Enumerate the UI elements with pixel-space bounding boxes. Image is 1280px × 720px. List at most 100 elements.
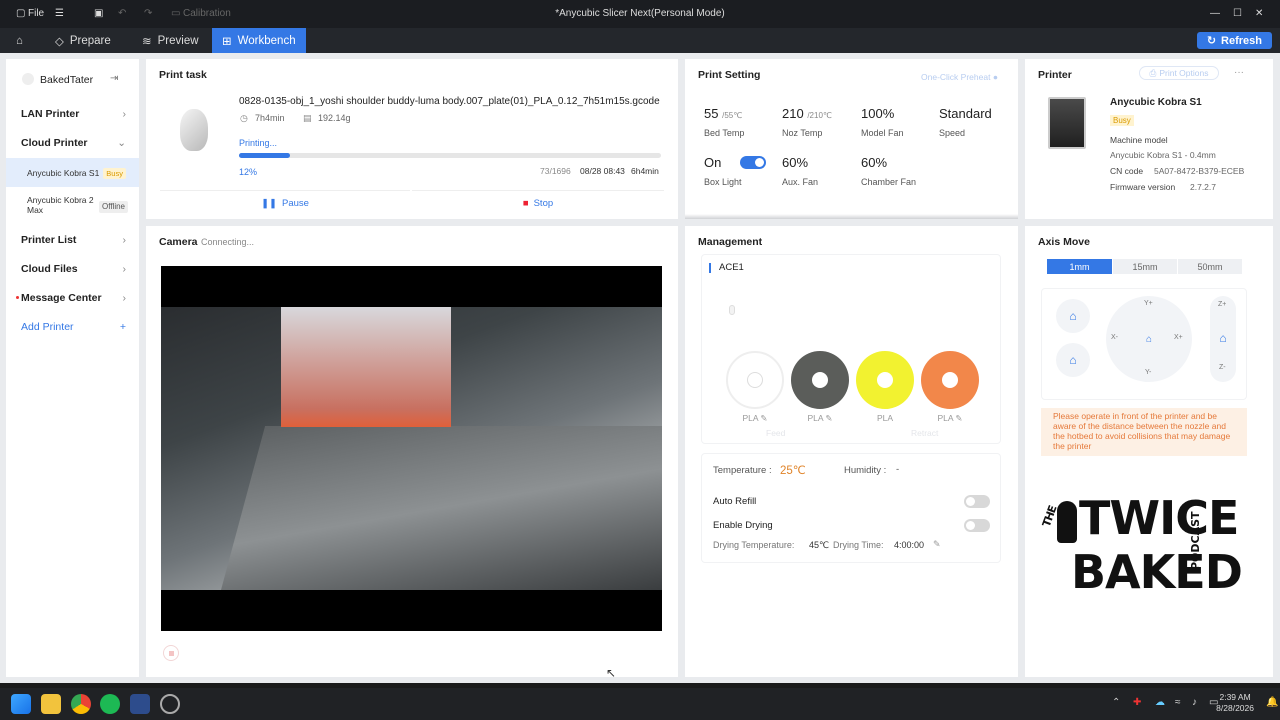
- undo-icon[interactable]: ↶: [118, 8, 126, 19]
- calibration-menu[interactable]: Calibration: [183, 8, 231, 19]
- humidity-value: -: [896, 464, 900, 475]
- printer-panel: Printer ⎙ Print Options ··· Anycubic Kobr…: [1025, 59, 1273, 219]
- enable-drying-toggle[interactable]: [964, 519, 990, 532]
- refresh-button[interactable]: ↻ Refresh: [1196, 32, 1272, 49]
- feed-button[interactable]: Feed: [766, 428, 785, 438]
- clock-icon: ◷: [240, 113, 248, 123]
- z-plus-icon[interactable]: Z+: [1218, 301, 1226, 308]
- tray-chevron-icon[interactable]: ⌃: [1112, 697, 1120, 708]
- sidebar-item-cloud-printer[interactable]: Cloud Printer ⌄: [6, 129, 139, 157]
- chrome-icon[interactable]: [71, 694, 91, 714]
- step-50mm[interactable]: 50mm: [1178, 259, 1242, 274]
- menu-icon[interactable]: ☰: [55, 8, 64, 19]
- avatar[interactable]: [22, 73, 34, 85]
- print-options-button[interactable]: ⎙ Print Options: [1139, 66, 1219, 80]
- chevron-right-icon: ›: [122, 263, 127, 275]
- auto-refill-label: Auto Refill: [713, 496, 757, 507]
- stop-button[interactable]: ■ Stop: [412, 190, 664, 216]
- more-icon[interactable]: ···: [1234, 67, 1244, 78]
- save-icon[interactable]: ▣: [94, 8, 103, 19]
- logout-icon[interactable]: ⇥: [110, 73, 118, 84]
- print-options-label: Print Options: [1159, 68, 1209, 78]
- home-xy-button[interactable]: ⌂: [1056, 343, 1090, 377]
- tab-workbench[interactable]: ⊞ Workbench: [212, 28, 306, 53]
- humidity-label: Humidity :: [844, 465, 887, 476]
- axis-move-panel: Axis Move 1mm 15mm 50mm ⌂ ⌂ Y+ Y- X- X+ …: [1025, 226, 1273, 677]
- box-light-label: Box Light: [704, 177, 742, 187]
- spool-type: PLA: [807, 413, 824, 423]
- spool-2-label[interactable]: PLA ✎: [791, 413, 849, 424]
- add-printer-button[interactable]: Add Printer +: [6, 313, 139, 341]
- volume-icon[interactable]: ♪: [1192, 697, 1197, 708]
- close-icon[interactable]: ✕: [1255, 8, 1263, 19]
- xy-jog-wheel[interactable]: Y+ Y- X- X+ ⌂: [1106, 296, 1192, 382]
- lan-printer-label: LAN Printer: [21, 108, 80, 120]
- bed-temp-value[interactable]: 55 /55℃: [704, 106, 742, 121]
- panel-title: Axis Move: [1038, 236, 1090, 248]
- spool-3-label[interactable]: PLA: [856, 413, 914, 423]
- model-fan-value[interactable]: 100%: [861, 106, 894, 121]
- obs-icon[interactable]: [160, 694, 180, 714]
- tray-clock[interactable]: 2:39 AM 8/28/2026: [1216, 692, 1254, 714]
- retract-button[interactable]: Retract: [911, 428, 938, 438]
- box-light-toggle[interactable]: [740, 156, 766, 169]
- spool-4[interactable]: [921, 351, 979, 409]
- speed-value[interactable]: Standard: [939, 106, 992, 121]
- scrollbar[interactable]: [685, 214, 1018, 219]
- camera-status: Connecting...: [201, 237, 255, 247]
- pause-button[interactable]: ❚❚ Pause: [160, 190, 410, 216]
- tray-cloud-icon[interactable]: ☁: [1155, 697, 1165, 708]
- noz-temp-value[interactable]: 210 /210℃: [782, 106, 832, 121]
- sidebar-item-printer-list[interactable]: Printer List ›: [6, 226, 139, 254]
- sidebar-item-lan-printer[interactable]: LAN Printer ›: [6, 100, 139, 128]
- tray-app-icon[interactable]: ✚: [1133, 697, 1141, 708]
- time-remaining: 6h4min: [631, 166, 659, 176]
- start-icon[interactable]: [11, 694, 31, 714]
- calibration-icon[interactable]: ▭: [171, 8, 180, 19]
- eta-date: 08/28 08:43: [580, 166, 625, 176]
- one-click-preheat-button[interactable]: One-Click Preheat ●: [921, 72, 998, 82]
- home-tab[interactable]: ⌂: [6, 28, 33, 53]
- x-plus-icon[interactable]: X+: [1174, 334, 1183, 341]
- anycubic-slicer-icon[interactable]: [130, 694, 150, 714]
- home-all-button[interactable]: ⌂: [1056, 299, 1090, 333]
- chamber-fan-value[interactable]: 60%: [861, 155, 887, 170]
- spool-1-label[interactable]: PLA ✎: [726, 413, 784, 424]
- home-icon: ⌂: [16, 34, 23, 47]
- x-minus-icon[interactable]: X-: [1111, 334, 1118, 341]
- aux-fan-value[interactable]: 60%: [782, 155, 808, 170]
- step-1mm[interactable]: 1mm: [1047, 259, 1112, 274]
- spool-4-label[interactable]: PLA ✎: [921, 413, 979, 424]
- y-minus-icon[interactable]: Y-: [1145, 369, 1151, 376]
- sidebar-item-message-center[interactable]: Message Center ›: [6, 284, 139, 312]
- minimize-icon[interactable]: —: [1210, 8, 1220, 19]
- sidebar-item-cloud-files[interactable]: Cloud Files ›: [6, 255, 139, 283]
- spool-3[interactable]: [856, 351, 914, 409]
- ace-box: ACE1 PLA ✎ PLA ✎ PLA PLA ✎ Feed Retract: [701, 254, 1001, 444]
- maximize-icon[interactable]: ☐: [1233, 8, 1242, 19]
- tab-prepare[interactable]: ◇ Prepare: [45, 28, 121, 53]
- redo-icon[interactable]: ↷: [144, 8, 152, 19]
- file-menu[interactable]: File: [28, 8, 44, 19]
- chamber-fan-label: Chamber Fan: [861, 177, 917, 187]
- printer-item-kobra-2-max[interactable]: Anycubic Kobra 2 Max Offline: [6, 191, 139, 221]
- clock-time: 2:39 AM: [1219, 692, 1251, 702]
- printer-item-kobra-s1[interactable]: Anycubic Kobra S1 Busy: [6, 158, 139, 187]
- tab-preview[interactable]: ≋ Preview: [132, 28, 209, 53]
- file-explorer-icon[interactable]: [41, 694, 61, 714]
- record-button[interactable]: [163, 645, 179, 661]
- notification-icon[interactable]: 🔔: [1266, 697, 1278, 708]
- home-xy-center-button[interactable]: ⌂: [1140, 330, 1158, 348]
- spool-1[interactable]: [726, 351, 784, 409]
- spool-2[interactable]: [791, 351, 849, 409]
- z-minus-icon[interactable]: Z-: [1219, 364, 1226, 371]
- file-icon[interactable]: ▢: [16, 8, 25, 19]
- y-plus-icon[interactable]: Y+: [1144, 300, 1153, 307]
- edit-icon[interactable]: ✎: [933, 539, 941, 550]
- wifi-icon[interactable]: ≈: [1175, 697, 1181, 708]
- step-15mm[interactable]: 15mm: [1113, 259, 1177, 274]
- auto-refill-toggle[interactable]: [964, 495, 990, 508]
- stop-icon: ■: [522, 198, 529, 209]
- spotify-icon[interactable]: [100, 694, 120, 714]
- home-z-button[interactable]: ⌂: [1214, 329, 1232, 347]
